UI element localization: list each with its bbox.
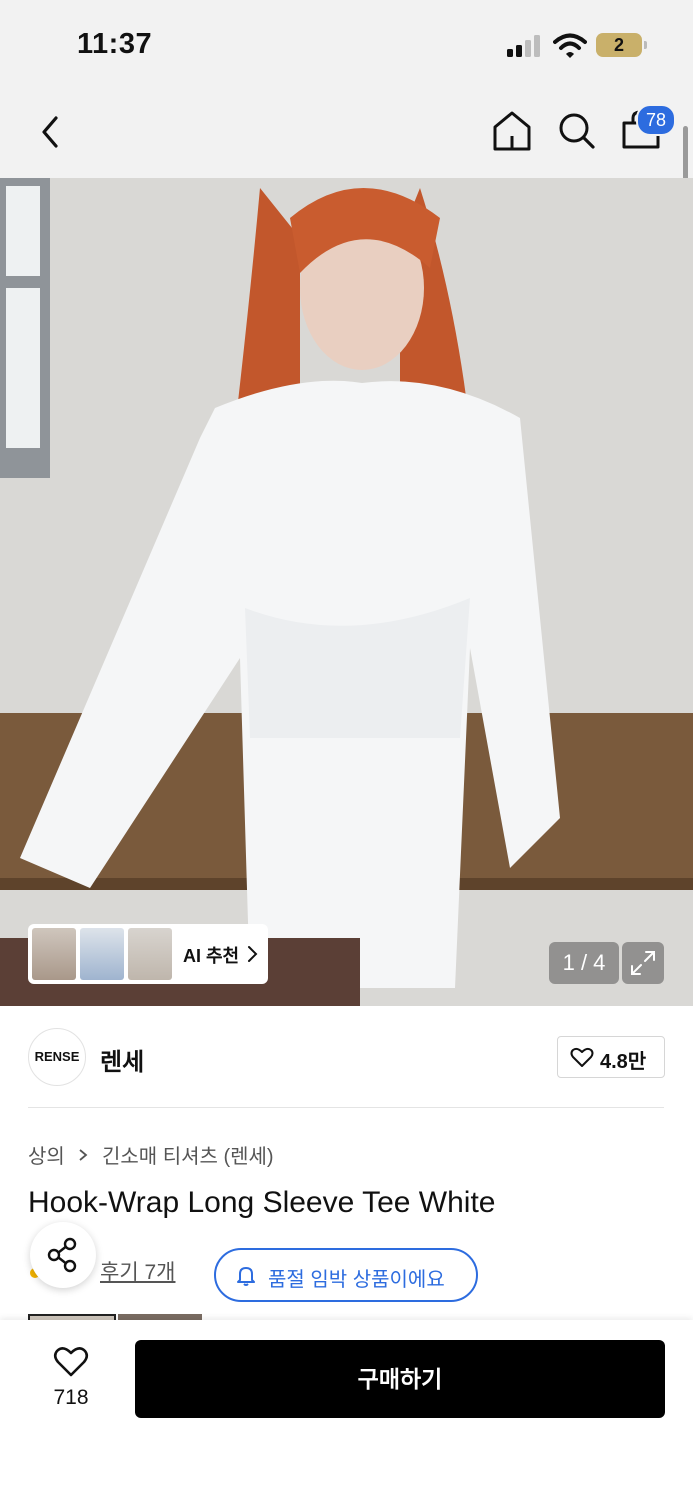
breadcrumb-subcategory[interactable]: 긴소매 티셔츠 (렌세) — [102, 1146, 274, 1168]
cart-count-badge: 78 — [636, 104, 676, 136]
recommend-thumb[interactable] — [128, 928, 172, 980]
chevron-right-icon — [248, 946, 258, 962]
breadcrumb: 상의 긴소매 티셔츠 (렌세) — [28, 1140, 274, 1169]
bell-icon — [237, 1267, 255, 1286]
buy-button[interactable]: 구매하기 — [135, 1340, 665, 1418]
product-title: Hook-Wrap Long Sleeve Tee White — [28, 1186, 496, 1219]
ai-recommend-label[interactable]: AI 추천 — [183, 942, 239, 968]
back-arrow-icon[interactable] — [32, 112, 68, 152]
chevron-right-icon — [79, 1148, 88, 1161]
wishlist-count: 718 — [53, 1386, 89, 1409]
wifi-icon — [553, 33, 587, 58]
breadcrumb-category[interactable]: 상의 — [28, 1146, 65, 1168]
product-image[interactable] — [0, 178, 693, 1006]
battery-cap — [644, 41, 647, 49]
brand-logo[interactable]: RENSE — [28, 1028, 86, 1086]
product-photo-illustration — [0, 178, 693, 1006]
wishlist-button[interactable]: 718 — [38, 1340, 104, 1416]
share-button[interactable] — [30, 1222, 96, 1288]
battery-indicator: 2 — [596, 33, 642, 57]
soldout-notice-button[interactable]: 품절 임박 상품이에요 — [214, 1248, 478, 1302]
share-icon — [47, 1237, 77, 1273]
status-time: 11:37 — [77, 28, 153, 60]
recommend-thumb[interactable] — [80, 928, 124, 980]
brand-like-button[interactable]: 4.8만 — [557, 1036, 665, 1078]
brand-like-count: 4.8만 — [600, 1051, 647, 1073]
expand-icon — [631, 951, 655, 975]
heart-icon — [53, 1347, 89, 1377]
divider — [28, 1107, 664, 1108]
image-counter: 1 / 4 — [549, 942, 619, 984]
review-link[interactable]: 후기 7개 — [100, 1256, 175, 1286]
recommend-thumb[interactable] — [32, 928, 76, 980]
expand-button[interactable] — [622, 942, 664, 984]
soldout-notice-text: 품절 임박 상품이에요 — [268, 1269, 445, 1291]
brand-name[interactable]: 렌세 — [100, 1042, 144, 1077]
status-bar: 11:37 2 — [0, 0, 693, 92]
heart-icon — [570, 1047, 594, 1067]
search-icon[interactable] — [555, 108, 599, 154]
nav-bar — [0, 92, 693, 178]
home-icon[interactable] — [490, 108, 534, 154]
cellular-signal-icon — [507, 35, 540, 57]
